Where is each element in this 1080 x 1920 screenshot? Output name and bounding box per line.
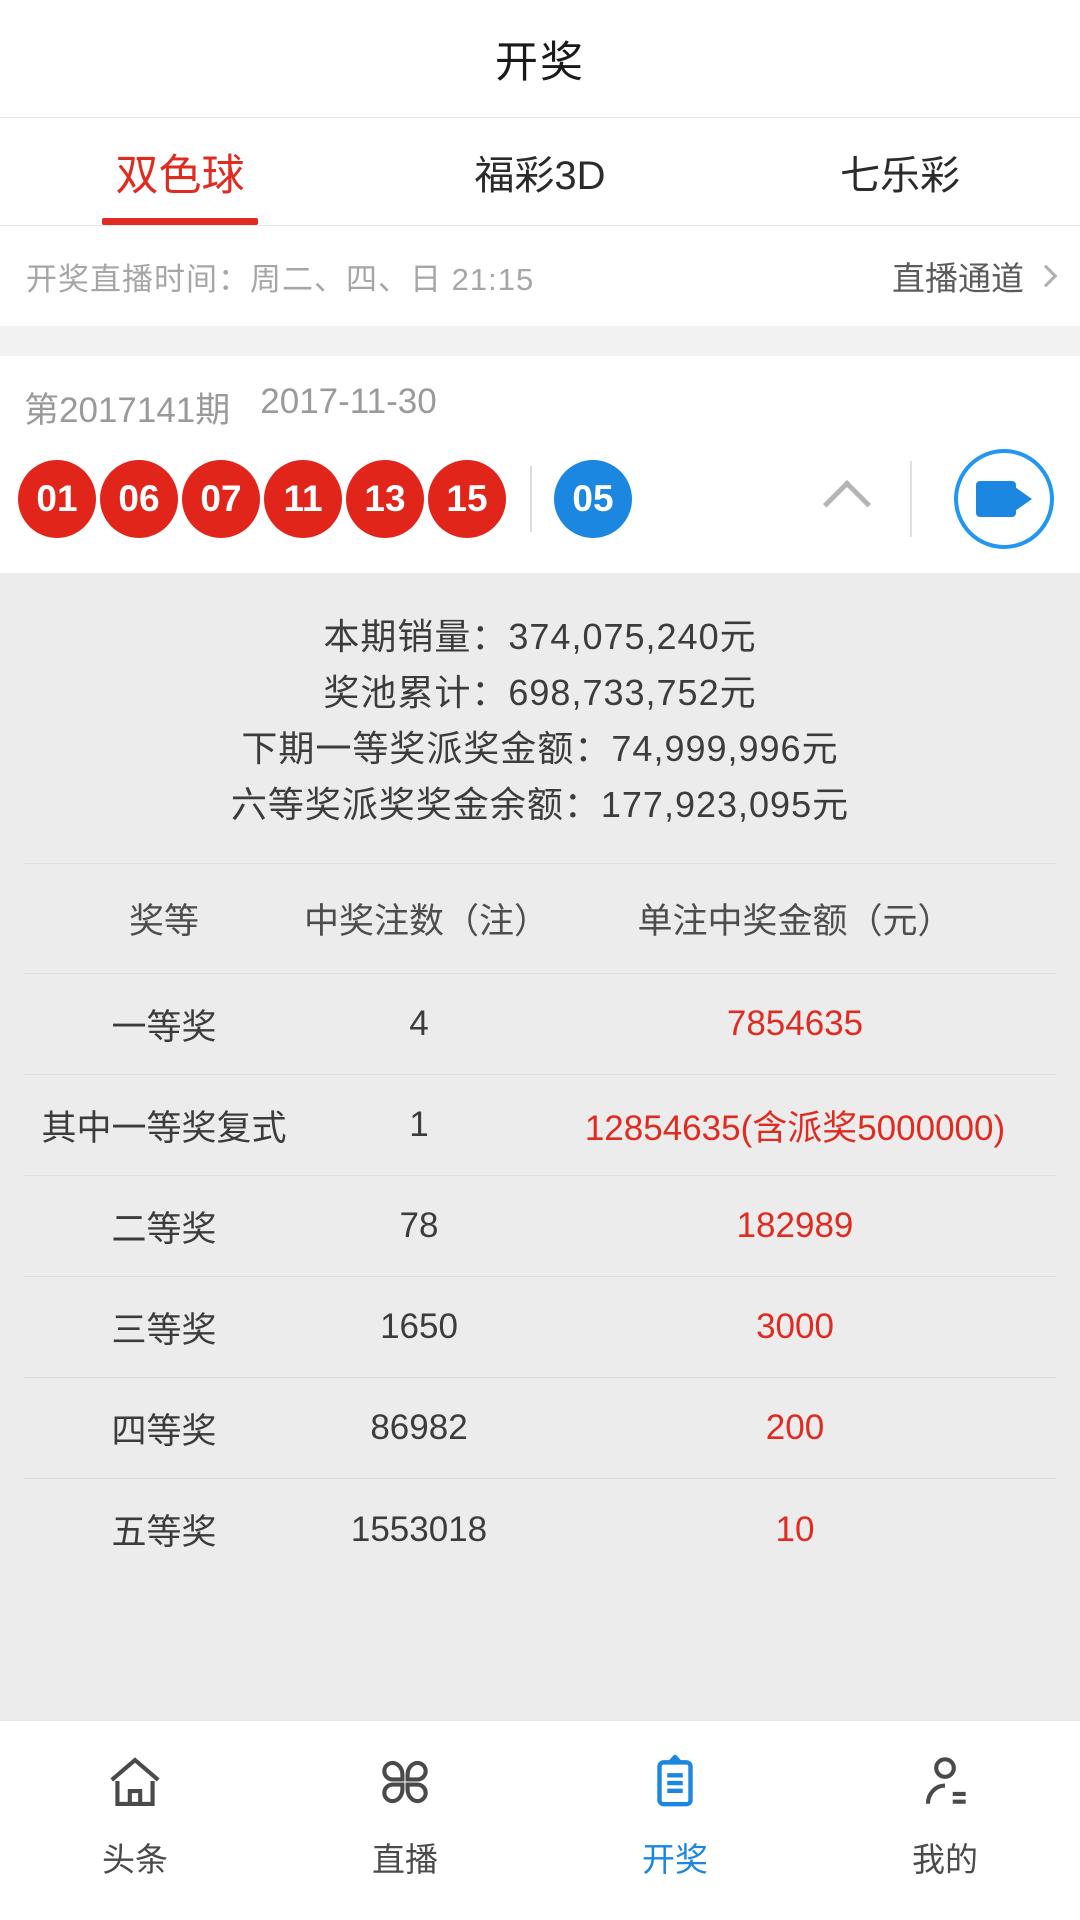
info-line-pool: 奖池累计：698,733,752元	[323, 672, 757, 713]
draw-meta: 第2017141期 2017-11-30	[0, 382, 1080, 433]
red-ball: 11	[264, 460, 342, 538]
section-divider	[0, 326, 1080, 356]
table-header-row: 奖等 中奖注数（注） 单注中奖金额（元）	[24, 864, 1056, 974]
red-ball: 01	[18, 460, 96, 538]
draw-actions	[822, 449, 1054, 549]
live-channel-link[interactable]: 直播通道	[892, 252, 1058, 300]
info-line-next-first-prize: 下期一等奖派奖金额：74,999,996元	[241, 728, 839, 769]
nav-item-kaijiang[interactable]: 开奖	[540, 1747, 810, 1881]
prize-level: 二等奖	[111, 1209, 217, 1249]
prize-amount: 3000	[756, 1307, 834, 1346]
lottery-type-tabs: 双色球 福彩3D 七乐彩	[0, 118, 1080, 226]
prize-details-panel: 本期销量：374,075,240元 奖池累计：698,733,752元 下期一等…	[0, 573, 1080, 1720]
draw-date: 2017-11-30	[260, 382, 437, 421]
tab-qilecai[interactable]: 七乐彩	[720, 118, 1080, 225]
table-row: 一等奖 4 7854635	[24, 974, 1056, 1075]
table-row: 二等奖 78 182989	[24, 1176, 1056, 1277]
prize-count: 4	[409, 1004, 429, 1043]
red-ball: 15	[428, 460, 506, 538]
nav-label: 开奖	[642, 1841, 708, 1878]
prize-amount: 12854635(含派奖5000000)	[584, 1108, 1006, 1148]
red-ball: 13	[346, 460, 424, 538]
info-line-sixth-prize-balance: 六等奖派奖奖金余额：177,923,095元	[230, 784, 850, 825]
blue-ball: 05	[554, 460, 632, 538]
column-header-amount: 单注中奖金额（元）	[637, 902, 953, 941]
prize-table: 奖等 中奖注数（注） 单注中奖金额（元） 一等奖 4 7854635 其中一等奖…	[24, 863, 1056, 1580]
tab-label: 福彩3D	[474, 153, 606, 198]
tab-shuangseqiu[interactable]: 双色球	[0, 118, 360, 225]
person-icon	[910, 1747, 980, 1817]
app-root: 开奖 双色球 福彩3D 七乐彩 开奖直播时间：周二、四、日 21:15 直播通道…	[0, 0, 1080, 1920]
prize-amount: 200	[765, 1408, 825, 1447]
tab-fucai3d[interactable]: 福彩3D	[360, 118, 720, 225]
nav-label: 头条	[102, 1841, 168, 1878]
table-row: 三等奖 1650 3000	[24, 1277, 1056, 1378]
live-channel-label: 直播通道	[892, 260, 1024, 297]
grid-clover-icon	[370, 1747, 440, 1817]
column-header-count: 中奖注数（注）	[304, 902, 550, 941]
nav-item-zhibo[interactable]: 直播	[270, 1747, 540, 1881]
video-camera-icon	[976, 481, 1032, 517]
video-playback-button[interactable]	[954, 449, 1054, 549]
chevron-right-icon	[1034, 264, 1058, 288]
prize-amount: 10	[775, 1509, 815, 1549]
prize-count: 1	[409, 1105, 429, 1144]
bottom-navigation: 头条 直播 开奖 我的	[0, 1720, 1080, 1920]
nav-item-wode[interactable]: 我的	[810, 1747, 1080, 1881]
live-schedule-bar: 开奖直播时间：周二、四、日 21:15 直播通道	[0, 226, 1080, 326]
nav-item-toutiao[interactable]: 头条	[0, 1747, 270, 1881]
prize-level: 三等奖	[111, 1310, 217, 1350]
prize-amount: 182989	[736, 1206, 854, 1245]
live-schedule-text: 开奖直播时间：周二、四、日 21:15	[26, 261, 535, 297]
tab-label: 七乐彩	[840, 153, 960, 198]
action-divider	[910, 461, 912, 537]
page-title: 开奖	[495, 38, 585, 87]
prize-level: 四等奖	[111, 1411, 217, 1451]
info-line-sales: 本期销量：374,075,240元	[323, 616, 757, 657]
ball-separator	[530, 466, 532, 532]
prize-count: 1650	[380, 1307, 458, 1346]
table-row: 四等奖 86982 200	[24, 1378, 1056, 1479]
draw-issue: 第2017141期	[24, 391, 231, 430]
prize-count: 86982	[370, 1408, 468, 1447]
prize-count: 78	[399, 1206, 439, 1245]
prize-level: 五等奖	[111, 1513, 217, 1552]
red-ball: 07	[182, 460, 260, 538]
prize-level: 其中一等奖复式	[41, 1108, 287, 1148]
titlebar: 开奖	[0, 0, 1080, 118]
table-row: 其中一等奖复式 1 12854635(含派奖5000000)	[24, 1075, 1056, 1176]
prize-count: 1553018	[350, 1509, 488, 1549]
red-ball: 06	[100, 460, 178, 538]
column-header-level: 奖等	[128, 902, 199, 941]
prize-amount: 7854635	[726, 1004, 864, 1043]
clipboard-icon	[640, 1747, 710, 1817]
sales-info-block: 本期销量：374,075,240元 奖池累计：698,733,752元 下期一等…	[0, 573, 1080, 863]
chevron-up-icon[interactable]	[822, 479, 872, 529]
home-icon	[100, 1747, 170, 1817]
winning-numbers: 01 06 07 11 13 15 05	[18, 460, 636, 538]
tab-label: 双色球	[115, 151, 245, 200]
nav-label: 直播	[372, 1841, 438, 1878]
draw-result-card: 第2017141期 2017-11-30 01 06 07 11 13 15 0…	[0, 356, 1080, 573]
nav-label: 我的	[912, 1841, 978, 1878]
table-row: 五等奖 1553018 10	[24, 1479, 1056, 1580]
draw-body: 01 06 07 11 13 15 05	[0, 433, 1080, 549]
tab-active-underline	[102, 218, 258, 225]
prize-level: 一等奖	[111, 1007, 217, 1047]
